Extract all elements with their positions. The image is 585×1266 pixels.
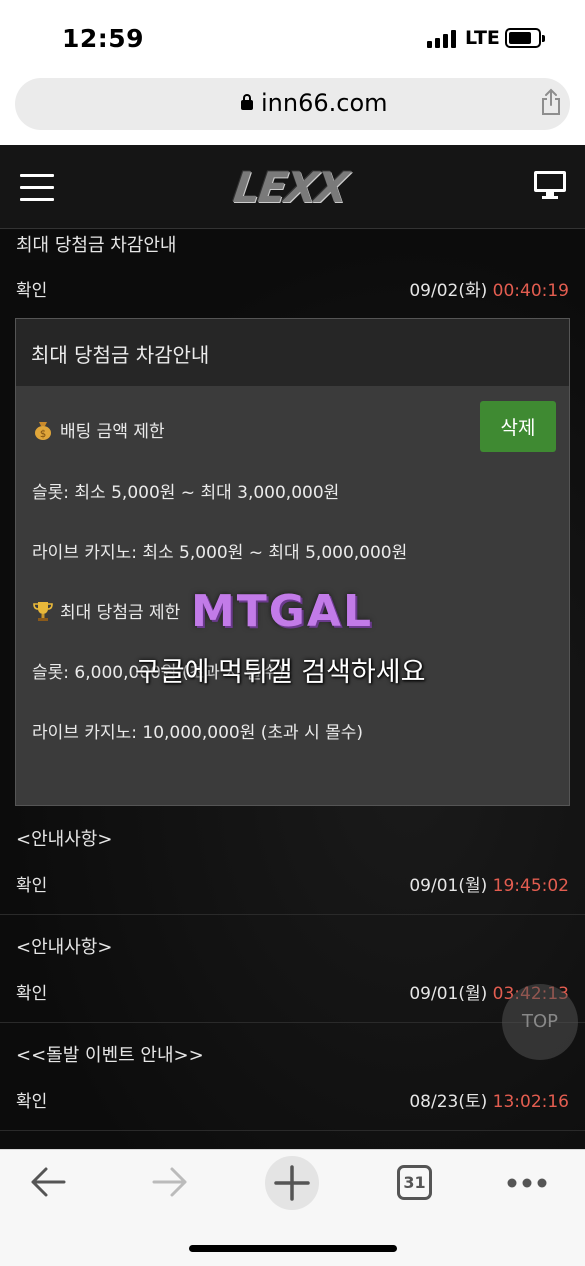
message-status: 확인 bbox=[16, 984, 48, 1004]
svg-text:$: $ bbox=[40, 429, 46, 440]
money-bag-icon: $ bbox=[35, 422, 51, 440]
share-icon[interactable] bbox=[539, 88, 563, 116]
signal-icon bbox=[427, 30, 459, 48]
message-date-text: 09/02(화) bbox=[409, 281, 488, 301]
back-icon[interactable] bbox=[28, 1164, 68, 1200]
more-icon[interactable] bbox=[506, 1177, 548, 1189]
home-indicator bbox=[189, 1245, 397, 1252]
message-time: 00:40:19 bbox=[492, 281, 569, 301]
scroll-top-button[interactable]: TOP bbox=[502, 984, 578, 1060]
panel-line-live-win: 라이브 카지노: 10,000,000원 (초과 시 몰수) bbox=[32, 723, 364, 743]
message-title: <안내사항> bbox=[16, 937, 113, 958]
trophy-icon bbox=[33, 602, 53, 621]
panel-line-text: 최대 당첨금 제한 bbox=[60, 603, 181, 623]
panel-header: 최대 당첨금 차감안내 bbox=[16, 319, 569, 386]
list-item[interactable]: 최대 당첨금 차감안내 확인 09/02(화) 00:40:19 bbox=[0, 229, 585, 318]
message-time: 19:45:02 bbox=[492, 876, 569, 896]
message-status: 확인 bbox=[16, 876, 48, 896]
battery-icon bbox=[505, 28, 545, 48]
plus-icon bbox=[274, 1165, 310, 1201]
site-logo[interactable]: LEXX bbox=[231, 163, 350, 212]
message-date: 08/23(토) 13:02:16 bbox=[409, 1087, 569, 1112]
address-bar[interactable]: inn66.com bbox=[15, 78, 570, 130]
status-time: 12:59 bbox=[62, 24, 145, 53]
list-item[interactable]: <안내사항> 확인 09/01(월) 03:42:13 bbox=[0, 915, 585, 1023]
panel-line-text: 배팅 금액 제한 bbox=[60, 422, 165, 442]
message-date-text: 09/01(월) bbox=[409, 876, 488, 896]
forward-icon[interactable] bbox=[150, 1164, 190, 1200]
watermark-text: 구글에 먹튀갤 검색하세요 bbox=[135, 657, 426, 688]
message-status: 확인 bbox=[16, 281, 48, 301]
message-title: <안내사항> bbox=[16, 829, 113, 850]
message-detail-panel: 최대 당첨금 차감안내 삭제 $ 배팅 금액 제한 슬롯: 최소 5,000원 … bbox=[15, 318, 570, 806]
menu-icon[interactable] bbox=[20, 172, 54, 202]
panel-title: 최대 당첨금 차감안내 bbox=[31, 343, 210, 367]
tabs-button[interactable]: 31 bbox=[397, 1165, 432, 1200]
status-bar: 12:59 LTE bbox=[0, 0, 585, 78]
message-title: 최대 당첨금 차감안내 bbox=[16, 235, 177, 256]
lock-icon bbox=[241, 94, 253, 110]
new-tab-button[interactable] bbox=[265, 1156, 319, 1210]
message-date-text: 08/23(토) bbox=[409, 1092, 488, 1112]
panel-line-max-win: 최대 당첨금 제한 bbox=[32, 598, 180, 623]
delete-button[interactable]: 삭제 bbox=[480, 401, 556, 452]
site-header: LEXX bbox=[0, 145, 585, 229]
message-date: 09/01(월) 19:45:02 bbox=[409, 871, 569, 896]
panel-line-live-bet: 라이브 카지노: 최소 5,000원 ~ 최대 5,000,000원 bbox=[32, 543, 408, 563]
list-item[interactable]: <<돌발 이벤트 안내>> 확인 08/23(토) 13:02:16 bbox=[0, 1023, 585, 1131]
watermark-logo: MTGAL bbox=[191, 586, 374, 637]
url-area: inn66.com bbox=[0, 78, 585, 145]
url-text: inn66.com bbox=[261, 89, 388, 117]
message-time: 13:02:16 bbox=[492, 1092, 569, 1112]
message-date: 09/02(화) 00:40:19 bbox=[409, 276, 569, 301]
message-status: 확인 bbox=[16, 1092, 48, 1112]
panel-line-betting-limit: $ 배팅 금액 제한 bbox=[32, 417, 165, 442]
network-type: LTE bbox=[465, 27, 500, 49]
desktop-icon[interactable] bbox=[533, 170, 567, 200]
list-item[interactable]: <안내사항> 확인 09/01(월) 19:45:02 bbox=[0, 807, 585, 915]
panel-line-slot-bet: 슬롯: 최소 5,000원 ~ 최대 3,000,000원 bbox=[32, 483, 340, 503]
message-list: 최대 당첨금 차감안내 확인 09/02(화) 00:40:19 최대 당첨금 … bbox=[0, 229, 585, 1149]
message-title: <<돌발 이벤트 안내>> bbox=[16, 1045, 204, 1066]
message-date-text: 09/01(월) bbox=[409, 984, 488, 1004]
